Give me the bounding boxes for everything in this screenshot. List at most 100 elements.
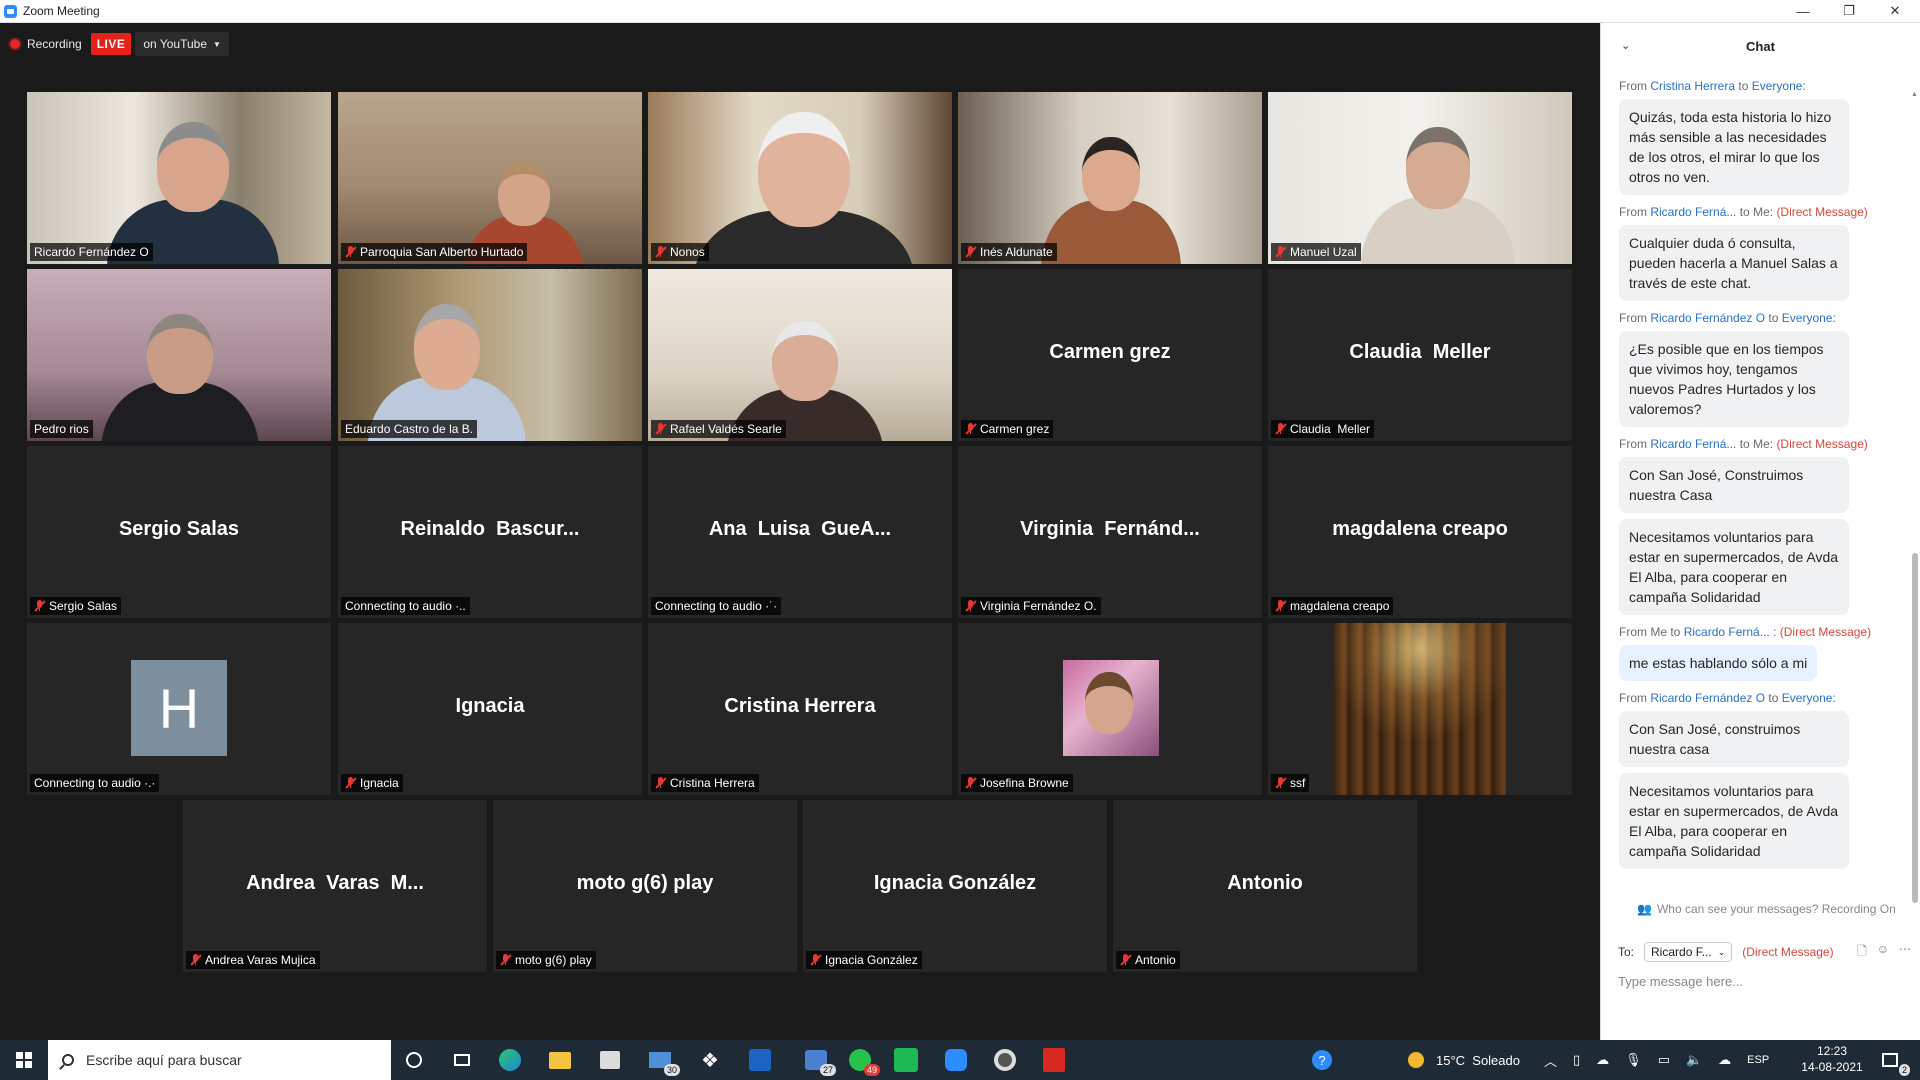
chat-header: ⌄ Chat (1601, 23, 1920, 69)
from-label: From (1619, 691, 1651, 705)
scrollbar-thumb[interactable] (1912, 553, 1918, 903)
taskbar-search-input[interactable] (86, 1052, 366, 1068)
direct-message-tag: (Direct Message) (1776, 205, 1868, 219)
notifications-icon[interactable]: 2 (1876, 1046, 1910, 1076)
participant-tile[interactable]: Ignacia Ignacia (338, 623, 642, 795)
who-can-see-link[interactable]: 👥 Who can see your messages? Recording O… (1637, 902, 1896, 916)
scroll-up-icon[interactable]: ▲ (1911, 91, 1918, 98)
muted-mic-icon (965, 246, 977, 258)
participant-tile[interactable]: Ignacia González Ignacia González (803, 800, 1107, 972)
cloud-icon[interactable]: ☁ (1596, 1052, 1609, 1068)
chat-message-bubble: Con San José, construimos nuestra casa (1619, 711, 1849, 767)
participant-nameplate: Connecting to audio ·.· (30, 774, 160, 792)
task-view-icon[interactable] (448, 1046, 476, 1074)
participant-display-name: Virginia Fernánd... (1020, 518, 1200, 540)
participant-display-name: Sergio Salas (118, 518, 240, 540)
participant-tile[interactable]: Rafael Valdés Searle (648, 269, 952, 441)
live-platform-dropdown[interactable]: on YouTube ▼ (135, 32, 229, 56)
participant-tile[interactable]: moto g(6) play moto g(6) play (493, 800, 797, 972)
clock[interactable]: 12:23 14-08-2021 (1782, 1043, 1882, 1075)
whatsapp-icon[interactable]: 49 (846, 1046, 880, 1076)
restore-button[interactable]: ❐ (1826, 0, 1872, 22)
more-icon[interactable]: ⋯ (1899, 942, 1911, 963)
participant-tile[interactable]: Eduardo Castro de la B. (338, 269, 642, 441)
search-icon (62, 1054, 74, 1066)
mail-icon[interactable]: 30 (646, 1046, 680, 1076)
help-icon[interactable]: ? (1308, 1046, 1336, 1074)
recording-label[interactable]: Recording (27, 37, 82, 51)
chat-scrollbar[interactable]: ▲ (1911, 91, 1918, 913)
participant-name: Eduardo Castro de la B. (345, 422, 474, 436)
participant-tile[interactable]: magdalena creapo magdalena creapo (1268, 446, 1572, 618)
microphone-icon[interactable]: 🎙 (1625, 1052, 1642, 1068)
participant-tile[interactable]: H Connecting to audio ·.· (27, 623, 331, 795)
minimize-button[interactable]: — (1780, 0, 1826, 22)
media-player-icon[interactable] (991, 1046, 1019, 1074)
participant-avatar: H (131, 660, 227, 756)
file-icon[interactable]: 🗋 (1857, 942, 1867, 963)
participant-tile[interactable]: ssf (1268, 623, 1572, 795)
app-icon[interactable] (746, 1046, 774, 1074)
weather-widget[interactable]: 15°C Soleado (1408, 1040, 1520, 1080)
participant-tile[interactable]: Parroquia San Alberto Hurtado (338, 92, 642, 264)
language-indicator[interactable]: ESP (1747, 1054, 1769, 1066)
taskbar-search[interactable] (48, 1040, 391, 1080)
chat-panel: ⌄ Chat From Cristina Herrera to Everyone… (1600, 23, 1920, 1040)
network-icon[interactable]: ▭ (1658, 1052, 1670, 1068)
participant-tile[interactable]: Ana Luisa GueA... Connecting to audio ·˙· (648, 446, 952, 618)
participant-nameplate: Connecting to audio ·˙· (651, 597, 782, 615)
emoji-icon[interactable]: ☺ (1877, 942, 1889, 963)
chat-message-header: From Ricardo Fernández O to Everyone: (1619, 691, 1911, 705)
zoom-taskbar-icon[interactable] (942, 1046, 970, 1074)
clock-date: 14-08-2021 (1801, 1060, 1863, 1074)
volume-icon[interactable]: 🔈 (1686, 1052, 1702, 1068)
acrobat-icon[interactable] (1040, 1046, 1068, 1074)
participant-name: Manuel Uzal (1290, 245, 1357, 259)
participant-name: Ignacia (360, 776, 399, 790)
start-button[interactable] (0, 1040, 48, 1080)
dropbox-icon[interactable]: ❖ (696, 1046, 724, 1074)
chevron-down-icon[interactable]: ⌄ (1621, 39, 1630, 52)
participant-display-name: Ignacia González (873, 872, 1037, 894)
spotify-icon[interactable] (892, 1046, 920, 1074)
device-icon[interactable]: ▯ (1573, 1052, 1580, 1068)
participant-tile[interactable]: Antonio Antonio (1113, 800, 1417, 972)
participant-display-name: magdalena creapo (1332, 518, 1508, 540)
muted-mic-icon (1275, 777, 1287, 789)
cortana-icon[interactable] (400, 1046, 428, 1074)
file-explorer-icon[interactable] (546, 1046, 574, 1074)
participant-tile[interactable]: Carmen grez Carmen grez (958, 269, 1262, 441)
participant-tile[interactable]: Ricardo Fernández O (27, 92, 331, 264)
participant-tile[interactable]: Reinaldo Bascur... Connecting to audio ·.… (338, 446, 642, 618)
close-button[interactable]: ✕ (1872, 0, 1918, 22)
recipient-dropdown[interactable]: Ricardo F... ⌄ (1644, 942, 1733, 962)
participant-name: Nonos (670, 245, 705, 259)
message-input[interactable] (1618, 970, 1898, 992)
participant-tile[interactable]: Virginia Fernánd... Virginia Fernández O. (958, 446, 1262, 618)
participant-tile[interactable]: Manuel Uzal (1268, 92, 1572, 264)
onedrive-icon[interactable]: ☁ (1718, 1052, 1731, 1068)
participant-tile[interactable]: Inés Aldunate (958, 92, 1262, 264)
participant-tile[interactable]: Josefina Browne (958, 623, 1262, 795)
participant-tile[interactable]: Cristina Herrera Cristina Herrera (648, 623, 952, 795)
chat-message-list[interactable]: From Cristina Herrera to Everyone: Quizás… (1601, 69, 1911, 889)
store-icon[interactable] (596, 1046, 624, 1074)
participant-tile[interactable]: Sergio Salas Sergio Salas (27, 446, 331, 618)
chat-message-bubble: Quizás, toda esta historia lo hizo más s… (1619, 99, 1849, 195)
participant-tile[interactable]: Andrea Varas M... Andrea Varas Mujica (183, 800, 487, 972)
participant-name: Pedro rios (34, 422, 89, 436)
edge-icon[interactable] (496, 1046, 524, 1074)
teams-icon[interactable]: 27 (802, 1046, 836, 1076)
participant-nameplate: Antonio (1116, 951, 1180, 969)
direct-message-tag: (Direct Message) (1779, 625, 1872, 639)
participant-tile[interactable]: Pedro rios (27, 269, 331, 441)
tray-chevron-icon[interactable]: ︿ (1544, 1051, 1557, 1070)
sender-name: Ricardo Fernández O (1650, 311, 1766, 325)
muted-mic-icon (34, 600, 46, 612)
participant-name: moto g(6) play (515, 953, 592, 967)
participant-display-name: Reinaldo Bascur... (400, 518, 580, 540)
participant-tile[interactable]: Nonos (648, 92, 952, 264)
sender-name: Ricardo Ferná... (1650, 437, 1737, 451)
chat-message-header: From Ricardo Ferná... to Me: (Direct Mes… (1619, 437, 1911, 451)
participant-tile[interactable]: Claudia Meller Claudia Meller (1268, 269, 1572, 441)
